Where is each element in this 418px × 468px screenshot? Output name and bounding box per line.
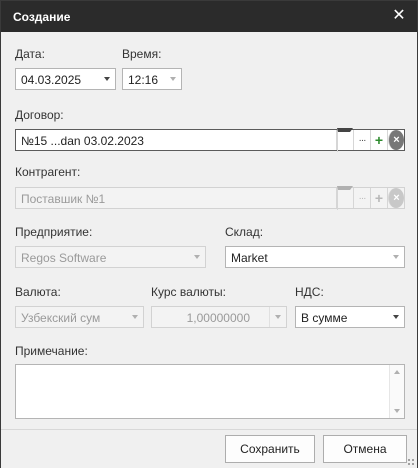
rate-input[interactable]: 1,00000000 <box>151 306 287 328</box>
title-bar[interactable]: Создание ✕ <box>1 1 417 32</box>
chevron-down-icon[interactable] <box>336 186 353 210</box>
clear-icon[interactable]: × <box>387 130 404 150</box>
date-picker[interactable]: 04.03.2025 <box>15 68 116 90</box>
rate-value: 1,00000000 <box>186 311 250 325</box>
currency-value: Узбекский сум <box>21 311 101 325</box>
date-value: 04.03.2025 <box>21 73 82 87</box>
note-scrollbar[interactable] <box>389 365 404 418</box>
ellipsis-icon[interactable]: ··· <box>353 130 370 150</box>
vat-value: В сумме <box>301 311 348 325</box>
time-label: Время: <box>122 47 162 61</box>
warehouse-label: Склад: <box>225 225 264 239</box>
note-label: Примечание: <box>15 344 88 358</box>
chevron-down-icon[interactable] <box>165 69 181 89</box>
note-textarea[interactable] <box>15 364 405 419</box>
date-label: Дата: <box>15 47 45 61</box>
time-picker[interactable]: 12:16 <box>122 68 182 90</box>
contract-label: Договор: <box>15 108 64 122</box>
chevron-down-icon[interactable] <box>127 307 143 327</box>
clear-icon[interactable]: × <box>387 188 404 208</box>
ellipsis-icon[interactable]: ··· <box>353 188 370 208</box>
enterprise-label: Предприятие: <box>15 225 93 239</box>
save-button[interactable]: Сохранить <box>225 435 315 463</box>
counterparty-select[interactable]: Поставшик №1 ··· + × <box>15 186 405 210</box>
chevron-down-icon[interactable] <box>388 247 404 267</box>
scroll-up-icon[interactable] <box>394 370 400 374</box>
dialog-footer: Сохранить Отмена <box>1 429 417 468</box>
enterprise-select[interactable]: Regos Software <box>15 246 206 268</box>
counterparty-label: Контрагент: <box>15 165 81 179</box>
plus-icon[interactable]: + <box>370 130 387 150</box>
warehouse-select[interactable]: Market <box>225 246 405 268</box>
time-value: 12:16 <box>128 73 159 87</box>
scroll-down-icon[interactable] <box>394 409 400 413</box>
cancel-button[interactable]: Отмена <box>323 435 407 463</box>
currency-select[interactable]: Узбекский сум <box>15 306 144 328</box>
enterprise-value: Regos Software <box>21 251 107 265</box>
warehouse-value: Market <box>231 251 268 265</box>
close-icon[interactable]: ✕ <box>389 6 409 26</box>
contract-value: №15 ...dan 03.02.2023 <box>21 134 144 148</box>
counterparty-value: Поставшик №1 <box>21 192 106 206</box>
plus-icon[interactable]: + <box>370 188 387 208</box>
chevron-down-icon[interactable] <box>189 247 205 267</box>
vat-label: НДС: <box>295 285 324 299</box>
dialog-title: Создание <box>13 10 71 24</box>
chevron-down-icon[interactable] <box>269 307 286 327</box>
vat-select[interactable]: В сумме <box>295 306 405 328</box>
currency-label: Валюта: <box>15 285 61 299</box>
chevron-down-icon[interactable] <box>388 307 404 327</box>
create-dialog: Создание ✕ Дата: 04.03.2025 Время: 12:16… <box>0 0 418 468</box>
chevron-down-icon[interactable] <box>336 128 353 152</box>
contract-select[interactable]: №15 ...dan 03.02.2023 ··· + × <box>15 128 405 152</box>
rate-label: Курс валюты: <box>151 285 226 299</box>
chevron-down-icon[interactable] <box>99 69 115 89</box>
resize-grip-icon[interactable] <box>407 458 415 466</box>
